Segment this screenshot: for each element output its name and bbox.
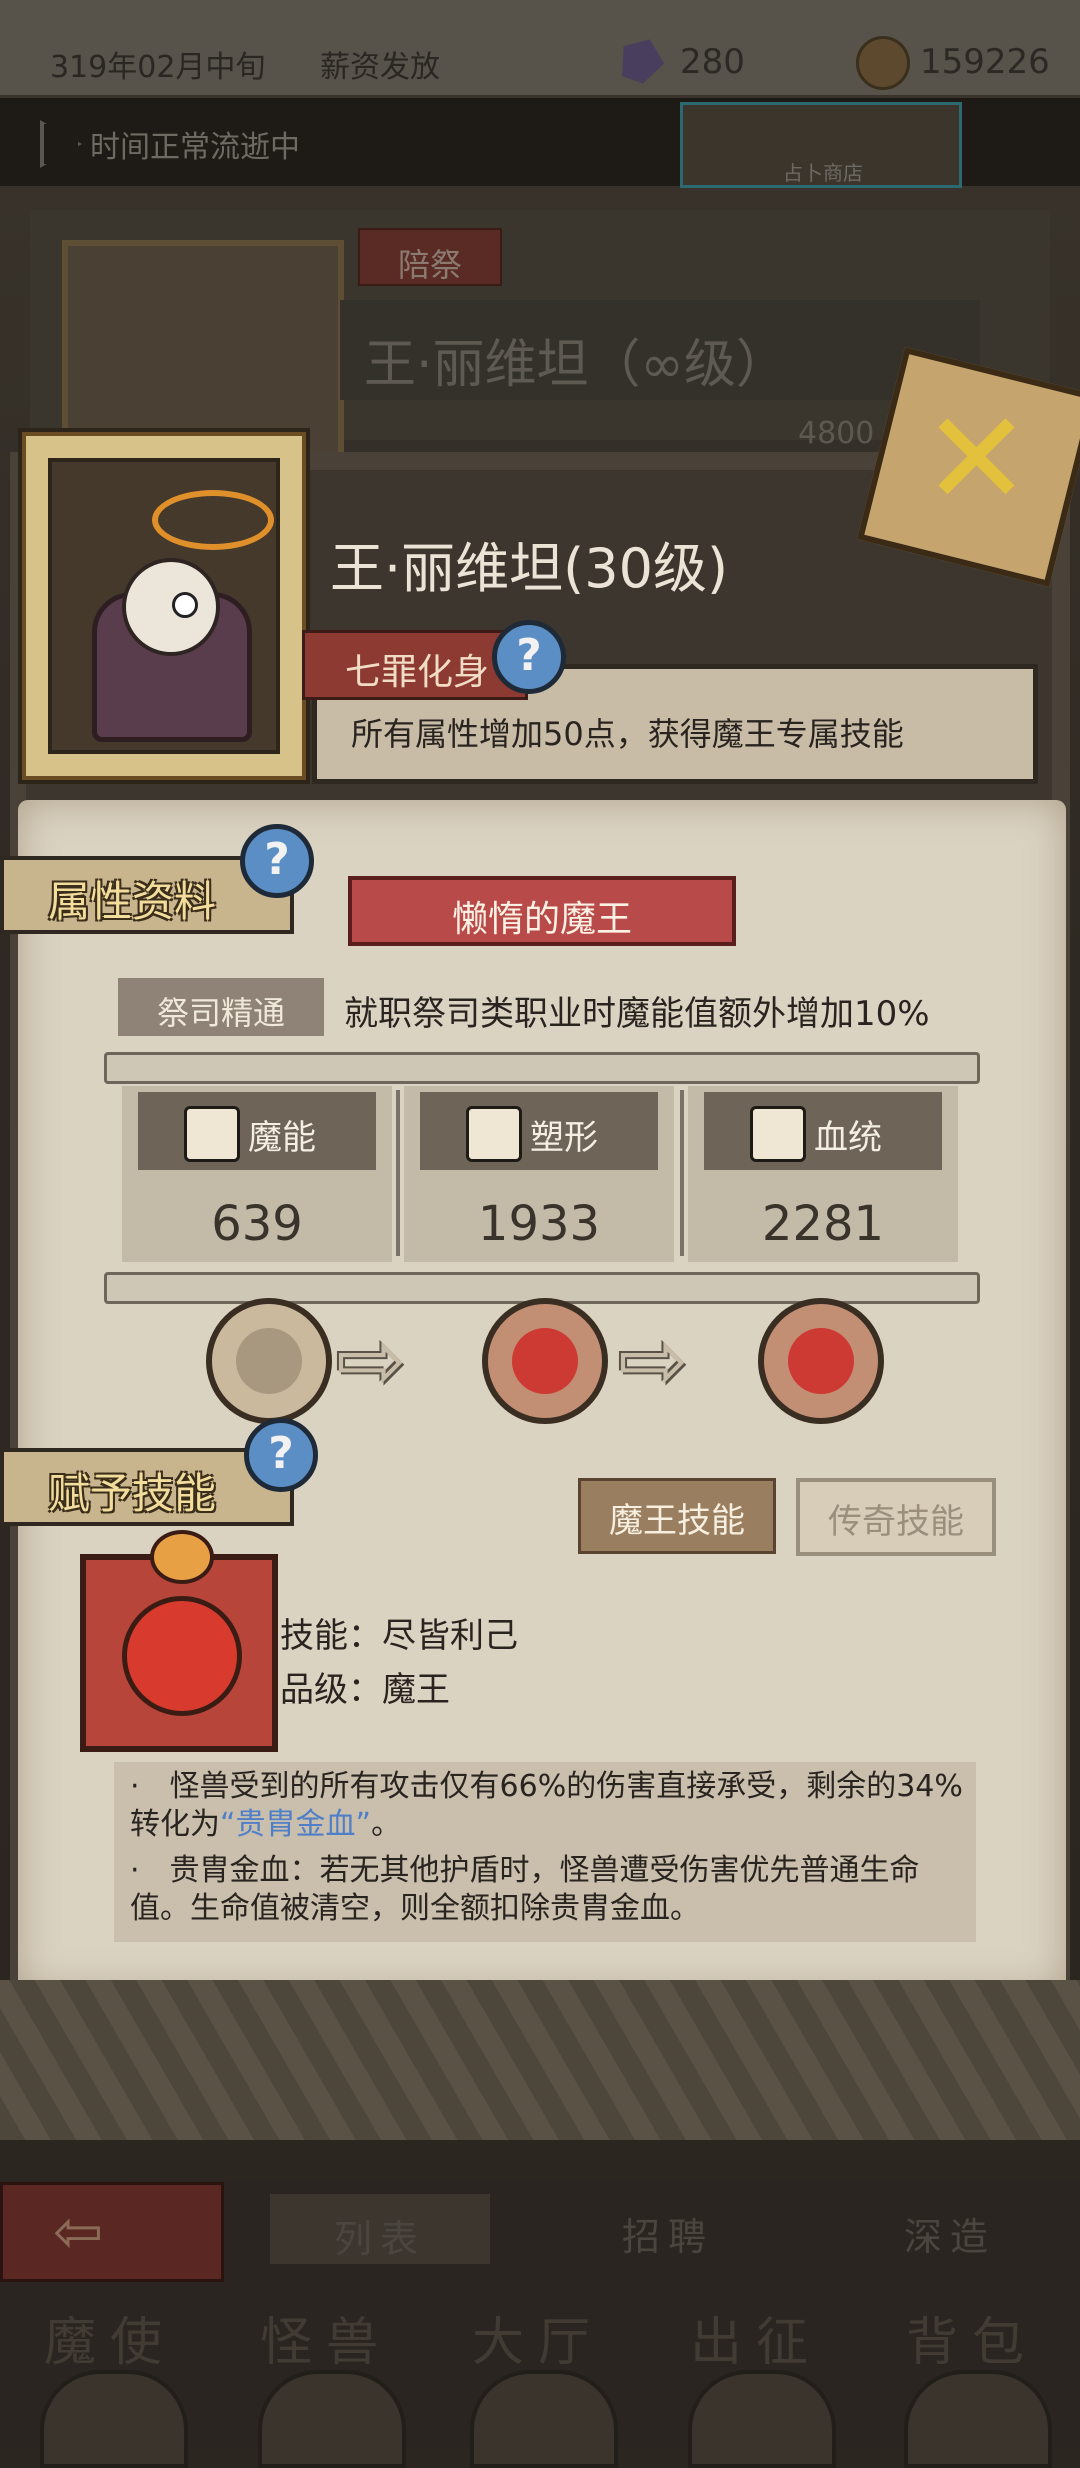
tab-list[interactable]: 列表 [270,2194,490,2264]
menu-monster[interactable]: 怪兽 [260,2300,392,2375]
gear-sun-icon [750,1106,806,1162]
attributes-section-text: 属性资料 [48,877,217,926]
gold-coin-icon [856,36,910,90]
mastery-description: 就职祭司类职业时魔能值额外增加10% [344,994,930,1034]
skill-section-text: 赋予技能 [48,1469,217,1518]
expedition-icon [688,2370,836,2468]
tab-list-label: 列表 [333,2217,426,2261]
hero-name: 王·丽维坦(30级) [330,537,729,600]
skill-desc-highlight: “贵胄金血” [220,1807,372,1842]
mastery-label: 祭司精通 [118,978,324,1036]
background-number: 4800 [798,416,875,451]
tab-demon-skill-label: 魔王技能 [609,1501,745,1541]
tab-forge[interactable]: 深造 [904,2206,996,2261]
hero-portrait [22,432,306,780]
stat-shape: 塑形 1933 [404,1086,674,1262]
game-date: 319年02月中旬 [50,50,266,85]
stat-blood-header: 血统 [704,1092,942,1170]
time-status: 时间正常流逝中 [90,130,300,165]
stat-magic-value: 639 [211,1196,303,1252]
game-event: 薪资发放 [320,50,440,85]
sin-help-icon[interactable]: ? [492,620,566,694]
armor-icon [466,1106,522,1162]
skill-desc-paragraph-1: · 怪兽受到的所有攻击仅有66%的伤害直接承受，剩余的34%转化为“贵胄金血”。 [130,1768,964,1844]
stat-magic: 魔能 639 [122,1086,392,1262]
background-name: 王·丽维坦（∞级） [364,335,788,395]
evolution-arrow-icon: ⇨ [618,1311,689,1409]
hero-eye [172,592,198,618]
play-icon[interactable] [40,120,82,168]
background-name-box: 王·丽维坦（∞级） [340,300,980,400]
stat-magic-label: 魔能 [248,1118,316,1158]
skill-name: 技能：尽皆利己 [280,1616,518,1656]
shop-button[interactable]: 占卜商店 [680,102,962,188]
skill-desc-text: 。 [371,1807,402,1842]
demon-face-icon [512,1328,578,1394]
skill-icon[interactable] [80,1530,278,1752]
hall-icon [470,2370,618,2468]
skull-icon [40,2370,188,2468]
sin-description: 所有属性增加50点，获得魔王专属技能 [351,715,904,753]
stat-shape-value: 1933 [477,1196,601,1252]
portrait-art [48,458,280,754]
hooded-figure-icon [236,1328,302,1394]
back-arrow-icon: ⇦ [53,2197,104,2267]
magic-fist-icon [184,1106,240,1162]
halo-icon [152,490,274,550]
evolution-stage-2[interactable] [482,1298,608,1424]
stat-blood-value: 2281 [761,1196,885,1252]
menu-envoy[interactable]: 魔使 [44,2300,176,2375]
stats-frame-top [104,1052,980,1084]
tab-recruit[interactable]: 招聘 [622,2206,714,2261]
sin-title: 七罪化身 [345,652,490,693]
panel-pattern-border [0,1980,1080,2140]
flame-crest-icon [150,1530,214,1584]
gem-count: 280 [680,42,745,82]
attributes-help-icon[interactable]: ? [240,824,314,898]
menu-backpack[interactable]: 背包 [906,2300,1038,2375]
shop-label: 占卜商店 [783,161,863,185]
hero-face [122,558,220,656]
gold-count: 159226 [920,42,1050,82]
mastery-label-text: 祭司精通 [156,994,285,1032]
tab-legend-skill-label: 传奇技能 [828,1502,964,1542]
demon-face-icon [788,1328,854,1394]
stat-blood-label: 血统 [814,1118,882,1158]
evolution-arrow-icon: ⇨ [336,1311,407,1409]
back-button[interactable]: ⇦ [0,2182,224,2282]
top-status-bar: 319年02月中旬 薪资发放 280 159226 [0,0,1080,95]
background-tag-label: 陪祭 [397,246,462,284]
monster-icon [258,2370,406,2468]
backpack-icon [904,2370,1052,2468]
close-icon: ✕ [922,382,1031,535]
background-tag: 陪祭 [358,228,502,286]
stat-divider [680,1090,684,1256]
skill-desc-paragraph-2: · 贵胄金血：若无其他护盾时，怪兽遭受伤害优先普通生命值。生命值被清空，则全额扣… [130,1853,920,1926]
evolution-stage-3[interactable] [758,1298,884,1424]
tab-legend-skill[interactable]: 传奇技能 [796,1478,996,1556]
gem-icon [614,32,670,88]
grinning-demon-icon [122,1596,242,1716]
tab-demon-skill[interactable]: 魔王技能 [578,1478,776,1554]
stat-blood: 血统 2281 [688,1086,958,1262]
skill-description: · 怪兽受到的所有攻击仅有66%的伤害直接承受，剩余的34%转化为“贵胄金血”。… [114,1762,976,1942]
title-ribbon-text: 懒惰的魔王 [451,899,632,940]
stat-divider [396,1090,400,1256]
menu-expedition[interactable]: 出征 [690,2300,822,2375]
stat-shape-header: 塑形 [420,1092,658,1170]
evolution-stage-1[interactable] [206,1298,332,1424]
stat-shape-label: 塑形 [530,1118,598,1158]
stat-magic-header: 魔能 [138,1092,376,1170]
skill-help-icon[interactable]: ? [244,1418,318,1492]
background-portrait [62,240,344,462]
skill-grade: 品级：魔王 [280,1670,450,1710]
title-ribbon: 懒惰的魔王 [348,876,736,946]
menu-hall[interactable]: 大厅 [472,2300,604,2375]
